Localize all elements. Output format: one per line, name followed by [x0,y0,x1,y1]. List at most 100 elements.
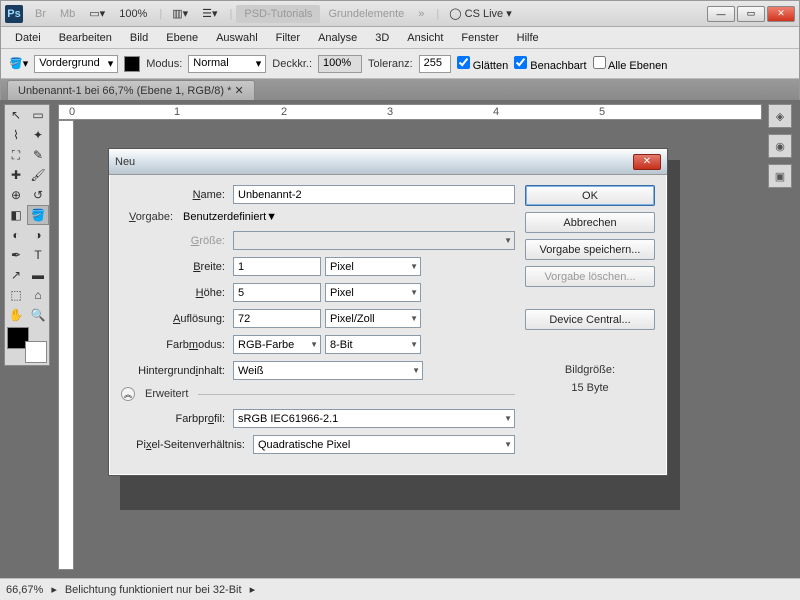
minimize-btn[interactable]: — [707,6,735,22]
fill-mode[interactable]: Vordergrund ▾ [34,55,118,73]
advanced-label: Erweitert [141,388,192,400]
dialog-title: Neu [115,156,135,168]
name-input[interactable] [233,185,515,204]
crop-tool[interactable]: ⛶ [5,145,27,165]
document-tabbar: Unbenannt-1 bei 66,7% (Ebene 1, RGB/8) *… [1,79,799,101]
brush-tool[interactable]: 🖌 [27,165,49,185]
profile-select[interactable]: sRGB IEC61966-2.1▼ [233,409,515,428]
menubar: Datei Bearbeiten Bild Ebene Auswahl Filt… [1,27,799,49]
deck-label: Deckkr.: [272,58,312,70]
colormode-select[interactable]: RGB-Farbe▼ [233,335,321,354]
size-label: Größe: [121,235,229,247]
type-tool[interactable]: T [27,245,49,265]
right-panel: ◈ ◉ ▣ [768,104,796,194]
workspace-grund[interactable]: Grundelemente [322,6,410,22]
statusbar: 66,67% ▸ Belichtung funktioniert nur bei… [0,578,800,600]
new-dialog: Neu ✕ Name: Vorgabe: Benutzerdefiniert▼ … [108,148,668,476]
wand-tool[interactable]: ✦ [27,125,49,145]
stamp-tool[interactable]: ⊕ [5,185,27,205]
path-tool[interactable]: ↗ [5,265,27,285]
bg-select[interactable]: Weiß▼ [233,361,423,380]
cancel-button[interactable]: Abbrechen [525,212,655,233]
modus-select[interactable]: Normal ▾ [188,55,266,73]
document-tab[interactable]: Unbenannt-1 bei 66,7% (Ebene 1, RGB/8) *… [7,80,255,100]
width-unit[interactable]: Pixel▼ [325,257,421,276]
menu-bild[interactable]: Bild [122,30,156,46]
mb-btn[interactable]: Mb [54,6,81,22]
tol-label: Toleranz: [368,58,413,70]
blur-tool[interactable]: ◐ [5,225,27,245]
tool-panel: ↖▭ ⌇✦ ⛶✎ ✚🖌 ⊕↺ ◧🪣 ◐◑ ✒T ↗▬ ⬚⌂ ✋🔍 [4,104,50,366]
hand-tool[interactable]: ✋ [5,305,27,325]
menu-3d[interactable]: 3D [367,30,397,46]
menu-bearbeiten[interactable]: Bearbeiten [51,30,120,46]
zoom-tool[interactable]: 🔍 [27,305,49,325]
alle-ebenen-cb[interactable]: Alle Ebenen [593,56,668,72]
dodge-tool[interactable]: ◑ [27,225,49,245]
extras-btn[interactable]: ☰▾ [196,5,223,22]
width-label: Breite: [121,261,229,273]
move-tool[interactable]: ↖ [5,105,27,125]
menu-datei[interactable]: Datei [7,30,49,46]
colormode-label: Farbmodus: [121,339,229,351]
eyedrop-tool[interactable]: ✎ [27,145,49,165]
name-label: Name: [121,189,229,201]
pen-tool[interactable]: ✒ [5,245,27,265]
3d-tool[interactable]: ⬚ [5,285,27,305]
ok-button[interactable]: OK [525,185,655,206]
deck-value[interactable]: 100% [318,55,362,73]
panel-icon-3[interactable]: ▣ [768,164,792,188]
advanced-toggle[interactable]: ︽ [121,387,135,401]
screenmode-btn[interactable]: ▥▾ [166,5,194,22]
eraser-tool[interactable]: ◧ [5,205,27,225]
device-central-button[interactable]: Device Central... [525,309,655,330]
bucket-tool[interactable]: 🪣 [27,205,49,225]
color-swatches[interactable] [7,327,47,363]
panel-icon-1[interactable]: ◈ [768,104,792,128]
panel-icon-2[interactable]: ◉ [768,134,792,158]
cam-tool[interactable]: ⌂ [27,285,49,305]
ruler-horizontal: 012345 [58,104,762,120]
menu-fenster[interactable]: Fenster [453,30,506,46]
height-input[interactable] [233,283,321,302]
menu-filter[interactable]: Filter [268,30,308,46]
width-input[interactable] [233,257,321,276]
dialog-close-btn[interactable]: ✕ [633,154,661,170]
swatch-black[interactable] [124,56,140,72]
bitdepth-select[interactable]: 8-Bit▼ [325,335,421,354]
menu-hilfe[interactable]: Hilfe [509,30,547,46]
tool-icon: 🪣▾ [9,57,28,70]
res-unit[interactable]: Pixel/Zoll▼ [325,309,421,328]
menu-analyse[interactable]: Analyse [310,30,365,46]
menu-ebene[interactable]: Ebene [158,30,206,46]
app-topbar: Ps Br Mb ▭▾ 100% | ▥▾ ☰▾ | PSD-Tutorials… [1,1,799,27]
glaetten-cb[interactable]: Glätten [457,56,509,72]
status-zoom[interactable]: 66,67% [6,584,43,596]
heal-tool[interactable]: ✚ [5,165,27,185]
workspace-more[interactable]: » [412,6,430,22]
tol-value[interactable]: 255 [419,55,451,73]
menu-ansicht[interactable]: Ansicht [399,30,451,46]
zoom-level[interactable]: 100% [113,6,153,22]
menu-auswahl[interactable]: Auswahl [208,30,266,46]
bridge-btn[interactable]: Br [29,6,52,22]
res-input[interactable] [233,309,321,328]
maximize-btn[interactable]: ▭ [737,6,765,22]
height-unit[interactable]: Pixel▼ [325,283,421,302]
imagesize-value: 15 Byte [525,380,655,398]
res-label: Auflösung: [121,313,229,325]
cs-live[interactable]: ◯ CS Live ▾ [443,5,517,22]
preset-select[interactable]: Benutzerdefiniert▼ [183,211,515,223]
par-select[interactable]: Quadratische Pixel▼ [253,435,515,454]
dialog-titlebar[interactable]: Neu ✕ [109,149,667,175]
history-tool[interactable]: ↺ [27,185,49,205]
benachbart-cb[interactable]: Benachbart [514,56,586,72]
shape-tool[interactable]: ▬ [27,265,49,285]
marquee-tool[interactable]: ▭ [27,105,49,125]
save-preset-button[interactable]: Vorgabe speichern... [525,239,655,260]
arrange-btn[interactable]: ▭▾ [83,5,111,22]
workspace-psd[interactable]: PSD-Tutorials [236,5,320,23]
modus-label: Modus: [146,58,182,70]
lasso-tool[interactable]: ⌇ [5,125,27,145]
close-btn[interactable]: ✕ [767,6,795,22]
